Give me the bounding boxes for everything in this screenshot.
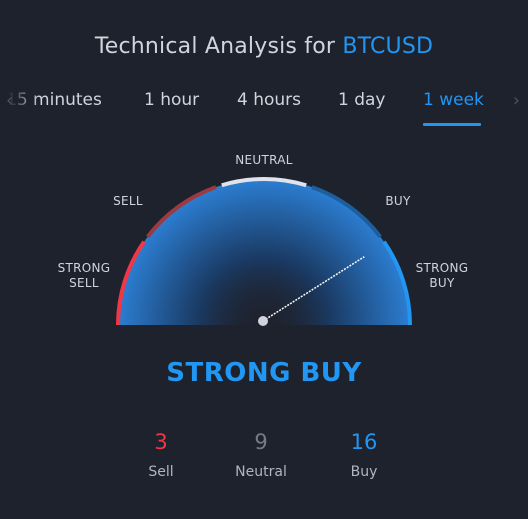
title-prefix: Technical Analysis for	[94, 34, 343, 59]
interval-tabs: 15 minutes 1 hour 4 hours 1 day 1 week ‹…	[0, 86, 528, 130]
gauge-needle-hub	[258, 316, 268, 326]
sell-count: 3	[154, 430, 168, 454]
tab-1-hour[interactable]: 1 hour	[144, 90, 199, 110]
tab-1-day[interactable]: 1 day	[338, 90, 386, 110]
buy-count-label: Buy	[350, 464, 378, 480]
gauge-label-strong-sell: STRONG SELL	[57, 261, 111, 290]
gauge	[116, 177, 412, 326]
tab-1-week[interactable]: 1 week	[423, 90, 484, 110]
summary-result: STRONG BUY	[166, 358, 362, 388]
tabs-fade-right	[488, 86, 528, 126]
gauge-label-buy: BUY	[385, 194, 411, 208]
sell-count-label: Sell	[148, 464, 174, 480]
buy-count: 16	[350, 430, 378, 454]
counter-sell: 3 Sell	[111, 430, 211, 480]
symbol-link[interactable]: BTCUSD	[342, 34, 433, 59]
gauge-label-strong-buy: STRONG BUY	[415, 261, 469, 290]
gauge-fill	[118, 179, 410, 325]
chevron-left-icon[interactable]: ‹	[6, 90, 13, 111]
active-tab-indicator	[423, 123, 481, 126]
tab-4-hours[interactable]: 4 hours	[237, 90, 301, 110]
counter-neutral: 9 Neutral	[211, 430, 311, 480]
technical-analysis-widget: Technical Analysis for BTCUSD 15 minutes…	[0, 0, 528, 519]
counter-buy: 16 Buy	[314, 430, 414, 480]
gauge-label-sell: SELL	[113, 194, 143, 208]
neutral-count-label: Neutral	[235, 464, 287, 480]
gauge-label-neutral: NEUTRAL	[235, 153, 293, 167]
neutral-count: 9	[254, 430, 268, 454]
widget-title: Technical Analysis for BTCUSD	[0, 34, 528, 59]
chevron-right-icon[interactable]: ›	[513, 90, 520, 111]
